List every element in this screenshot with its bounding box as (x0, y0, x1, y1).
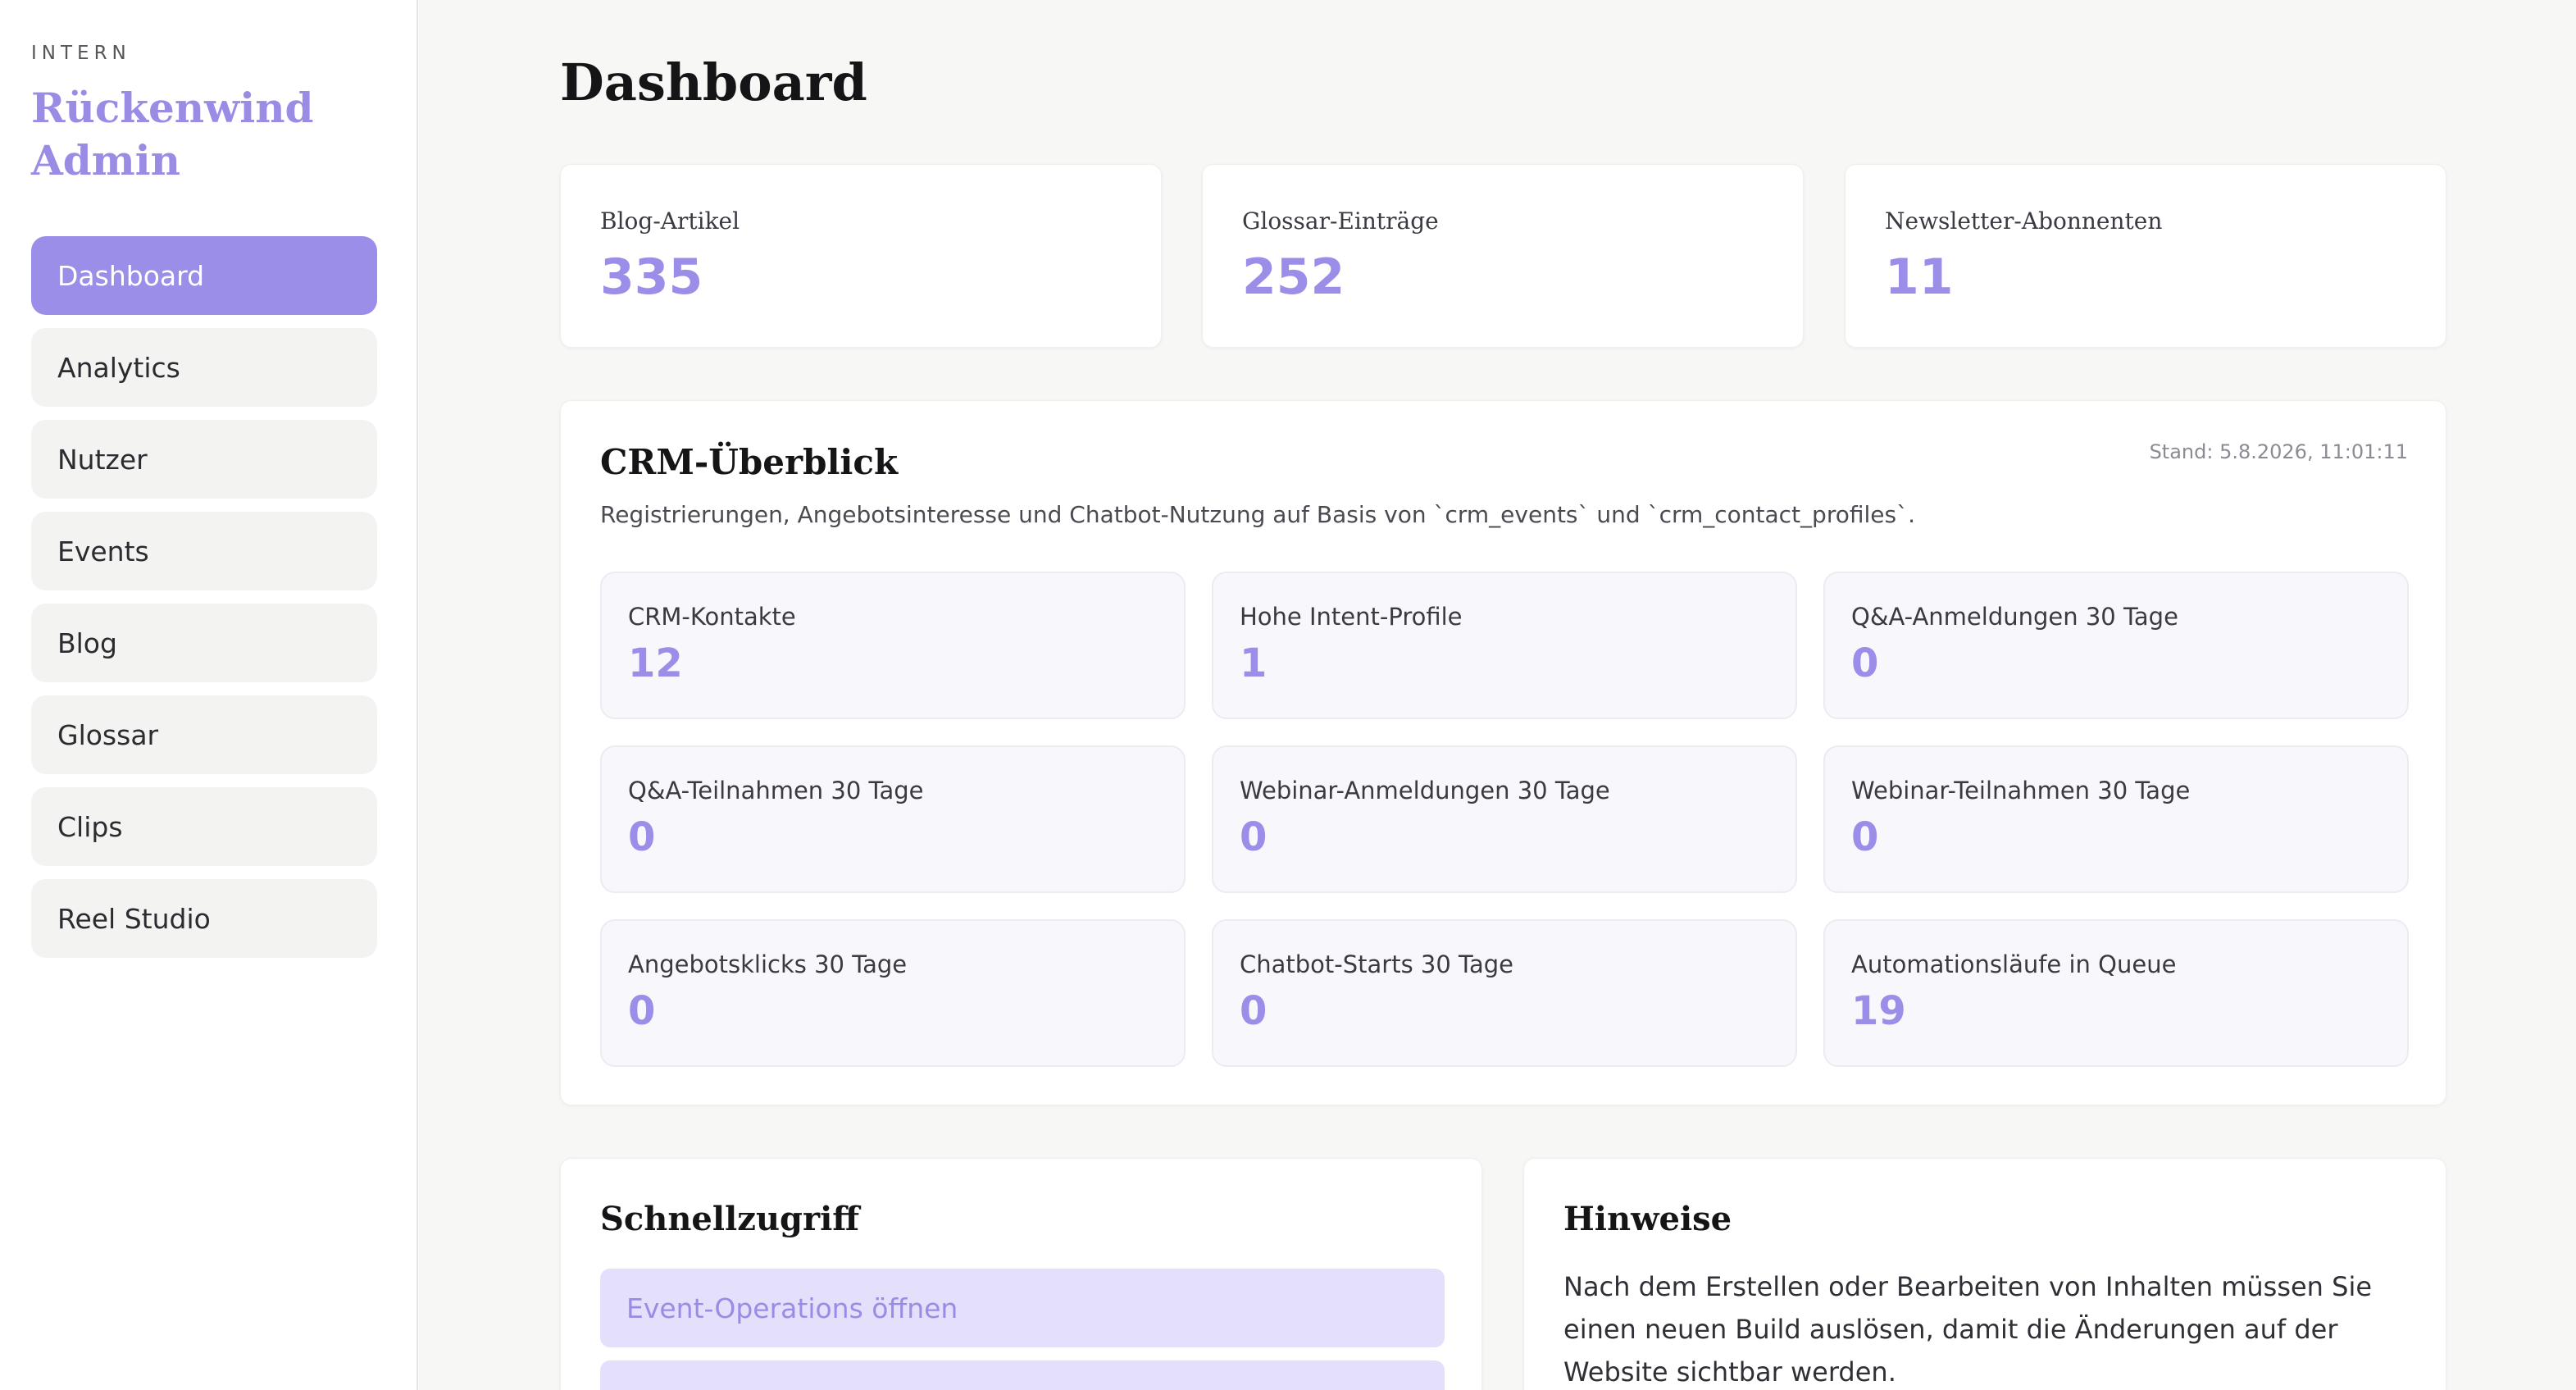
metric-crm-kontakte: CRM-Kontakte 12 (600, 572, 1186, 719)
stat-label: Blog-Artikel (600, 207, 740, 235)
stat-value: 335 (600, 248, 703, 306)
metric-label: Hohe Intent-Profile (1240, 603, 1463, 631)
metric-label: Automationsläufe in Queue (1851, 950, 2177, 978)
hints-card: Hinweise Nach dem Erstellen oder Bearbei… (1523, 1158, 2446, 1390)
stat-card-blog: Blog-Artikel 335 (560, 164, 1162, 348)
quick-access-title: Schnellzugriff (600, 1200, 860, 1238)
sidebar-item-dashboard[interactable]: Dashboard (31, 236, 377, 315)
stat-card-glossar: Glossar-Einträge 252 (1202, 164, 1804, 348)
sidebar-item-analytics[interactable]: Analytics (31, 328, 377, 407)
metric-angebotsklicks: Angebotsklicks 30 Tage 0 (600, 919, 1186, 1067)
metric-webinar-teilnahmen: Webinar-Teilnahmen 30 Tage 0 (1823, 745, 2409, 893)
metric-value: 0 (1240, 988, 1268, 1034)
quick-access-button-2[interactable] (600, 1360, 1445, 1390)
crm-description: Registrierungen, Angebotsinteresse und C… (600, 501, 1915, 528)
metric-value: 19 (1851, 988, 1906, 1034)
hints-title: Hinweise (1563, 1200, 1732, 1238)
metric-label: Q&A-Teilnahmen 30 Tage (628, 777, 924, 804)
metric-label: Webinar-Anmeldungen 30 Tage (1240, 777, 1610, 804)
metric-intent-profile: Hohe Intent-Profile 1 (1212, 572, 1797, 719)
metric-qa-anmeldungen: Q&A-Anmeldungen 30 Tage 0 (1823, 572, 2409, 719)
stat-value: 252 (1242, 248, 1345, 306)
crm-title: CRM-Überblick (600, 442, 899, 482)
sidebar: INTERN Rückenwind Admin Dashboard Analyt… (0, 0, 418, 1390)
metric-qa-teilnahmen: Q&A-Teilnahmen 30 Tage 0 (600, 745, 1186, 893)
brand-title: Rückenwind Admin (31, 84, 314, 185)
crm-timestamp: Stand: 5.8.2026, 11:01:11 (2149, 440, 2408, 463)
metric-value: 1 (1240, 640, 1268, 686)
sidebar-item-nutzer[interactable]: Nutzer (31, 420, 377, 499)
stat-label: Glossar-Einträge (1242, 207, 1439, 235)
brand-kicker: INTERN (31, 43, 131, 64)
metric-label: Webinar-Teilnahmen 30 Tage (1851, 777, 2191, 804)
metric-label: CRM-Kontakte (628, 603, 796, 631)
page-title: Dashboard (560, 52, 867, 112)
stat-card-newsletter: Newsletter-Abonnenten 11 (1845, 164, 2446, 348)
sidebar-item-clips[interactable]: Clips (31, 787, 377, 866)
sidebar-item-events[interactable]: Events (31, 512, 377, 590)
metric-webinar-anmeldungen: Webinar-Anmeldungen 30 Tage 0 (1212, 745, 1797, 893)
quick-access-card: Schnellzugriff Event-Operations öffnen (560, 1158, 1482, 1390)
hints-text: Nach dem Erstellen oder Bearbeiten von I… (1563, 1271, 2373, 1388)
metric-automationslaeufe: Automationsläufe in Queue 19 (1823, 919, 2409, 1067)
event-operations-button[interactable]: Event-Operations öffnen (600, 1269, 1445, 1347)
sidebar-item-glossar[interactable]: Glossar (31, 695, 377, 774)
metric-value: 0 (1240, 814, 1268, 860)
metric-value: 0 (1851, 814, 1879, 860)
metric-value: 0 (1851, 640, 1879, 686)
stat-label: Newsletter-Abonnenten (1885, 207, 2163, 235)
metric-label: Q&A-Anmeldungen 30 Tage (1851, 603, 2178, 631)
metric-label: Angebotsklicks 30 Tage (628, 950, 908, 978)
metric-label: Chatbot-Starts 30 Tage (1240, 950, 1513, 978)
crm-overview-card: CRM-Überblick Stand: 5.8.2026, 11:01:11 … (560, 400, 2446, 1105)
stat-value: 11 (1885, 248, 1954, 306)
metric-value: 0 (628, 988, 656, 1034)
metric-value: 0 (628, 814, 656, 860)
metric-value: 12 (628, 640, 683, 686)
sidebar-nav: Dashboard Analytics Nutzer Events Blog G… (31, 236, 377, 971)
metric-chatbot-starts: Chatbot-Starts 30 Tage 0 (1212, 919, 1797, 1067)
sidebar-item-reel-studio[interactable]: Reel Studio (31, 879, 377, 958)
sidebar-item-blog[interactable]: Blog (31, 604, 377, 682)
